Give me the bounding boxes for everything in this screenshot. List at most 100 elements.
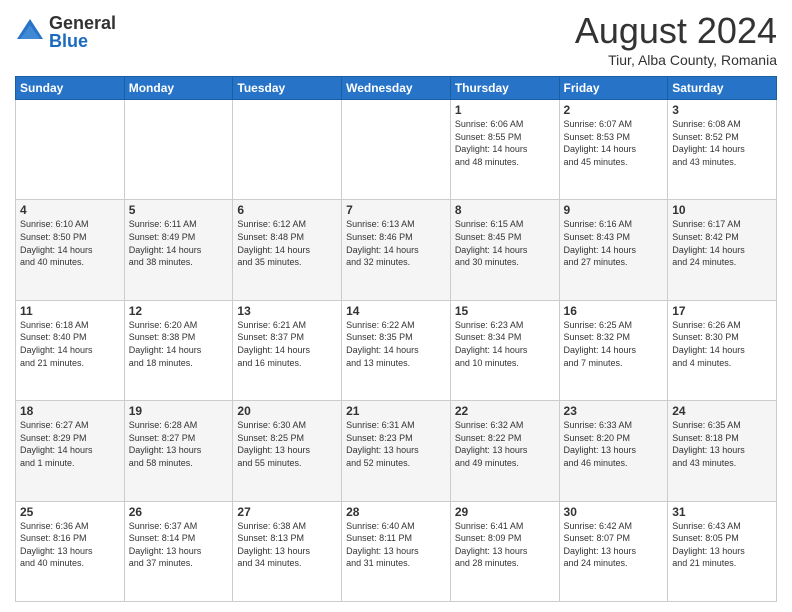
day-info: Sunrise: 6:40 AM Sunset: 8:11 PM Dayligh…	[346, 520, 446, 570]
day-number: 31	[672, 505, 772, 519]
day-number: 17	[672, 304, 772, 318]
calendar-cell: 6Sunrise: 6:12 AM Sunset: 8:48 PM Daylig…	[233, 200, 342, 300]
title-block: August 2024 Tiur, Alba County, Romania	[575, 10, 777, 68]
day-number: 27	[237, 505, 337, 519]
day-info: Sunrise: 6:12 AM Sunset: 8:48 PM Dayligh…	[237, 218, 337, 268]
header: General Blue August 2024 Tiur, Alba Coun…	[15, 10, 777, 68]
page: General Blue August 2024 Tiur, Alba Coun…	[0, 0, 792, 612]
calendar-cell: 18Sunrise: 6:27 AM Sunset: 8:29 PM Dayli…	[16, 401, 125, 501]
calendar-cell	[16, 100, 125, 200]
calendar-cell: 17Sunrise: 6:26 AM Sunset: 8:30 PM Dayli…	[668, 300, 777, 400]
calendar-cell: 9Sunrise: 6:16 AM Sunset: 8:43 PM Daylig…	[559, 200, 668, 300]
day-info: Sunrise: 6:16 AM Sunset: 8:43 PM Dayligh…	[564, 218, 664, 268]
day-number: 29	[455, 505, 555, 519]
calendar-cell: 20Sunrise: 6:30 AM Sunset: 8:25 PM Dayli…	[233, 401, 342, 501]
calendar-cell: 27Sunrise: 6:38 AM Sunset: 8:13 PM Dayli…	[233, 501, 342, 601]
calendar-cell: 14Sunrise: 6:22 AM Sunset: 8:35 PM Dayli…	[342, 300, 451, 400]
calendar-cell: 25Sunrise: 6:36 AM Sunset: 8:16 PM Dayli…	[16, 501, 125, 601]
calendar-cell: 5Sunrise: 6:11 AM Sunset: 8:49 PM Daylig…	[124, 200, 233, 300]
day-number: 28	[346, 505, 446, 519]
day-number: 24	[672, 404, 772, 418]
calendar-cell	[233, 100, 342, 200]
day-number: 23	[564, 404, 664, 418]
day-number: 21	[346, 404, 446, 418]
calendar-cell: 28Sunrise: 6:40 AM Sunset: 8:11 PM Dayli…	[342, 501, 451, 601]
day-number: 12	[129, 304, 229, 318]
calendar-cell: 12Sunrise: 6:20 AM Sunset: 8:38 PM Dayli…	[124, 300, 233, 400]
day-info: Sunrise: 6:07 AM Sunset: 8:53 PM Dayligh…	[564, 118, 664, 168]
month-title: August 2024	[575, 10, 777, 52]
week-row-3: 11Sunrise: 6:18 AM Sunset: 8:40 PM Dayli…	[16, 300, 777, 400]
calendar-cell: 31Sunrise: 6:43 AM Sunset: 8:05 PM Dayli…	[668, 501, 777, 601]
day-number: 20	[237, 404, 337, 418]
calendar-cell: 21Sunrise: 6:31 AM Sunset: 8:23 PM Dayli…	[342, 401, 451, 501]
day-header-saturday: Saturday	[668, 77, 777, 100]
calendar-cell	[342, 100, 451, 200]
day-info: Sunrise: 6:25 AM Sunset: 8:32 PM Dayligh…	[564, 319, 664, 369]
calendar-cell: 10Sunrise: 6:17 AM Sunset: 8:42 PM Dayli…	[668, 200, 777, 300]
week-row-4: 18Sunrise: 6:27 AM Sunset: 8:29 PM Dayli…	[16, 401, 777, 501]
location: Tiur, Alba County, Romania	[575, 52, 777, 68]
day-info: Sunrise: 6:28 AM Sunset: 8:27 PM Dayligh…	[129, 419, 229, 469]
day-number: 26	[129, 505, 229, 519]
day-info: Sunrise: 6:31 AM Sunset: 8:23 PM Dayligh…	[346, 419, 446, 469]
day-number: 6	[237, 203, 337, 217]
day-header-tuesday: Tuesday	[233, 77, 342, 100]
day-info: Sunrise: 6:18 AM Sunset: 8:40 PM Dayligh…	[20, 319, 120, 369]
day-info: Sunrise: 6:41 AM Sunset: 8:09 PM Dayligh…	[455, 520, 555, 570]
day-info: Sunrise: 6:43 AM Sunset: 8:05 PM Dayligh…	[672, 520, 772, 570]
day-info: Sunrise: 6:21 AM Sunset: 8:37 PM Dayligh…	[237, 319, 337, 369]
logo: General Blue	[15, 14, 116, 50]
calendar-cell: 22Sunrise: 6:32 AM Sunset: 8:22 PM Dayli…	[450, 401, 559, 501]
day-info: Sunrise: 6:22 AM Sunset: 8:35 PM Dayligh…	[346, 319, 446, 369]
day-number: 7	[346, 203, 446, 217]
day-info: Sunrise: 6:13 AM Sunset: 8:46 PM Dayligh…	[346, 218, 446, 268]
logo-icon	[15, 17, 45, 47]
day-number: 1	[455, 103, 555, 117]
day-info: Sunrise: 6:38 AM Sunset: 8:13 PM Dayligh…	[237, 520, 337, 570]
day-number: 5	[129, 203, 229, 217]
day-number: 11	[20, 304, 120, 318]
day-number: 9	[564, 203, 664, 217]
logo-general: General	[49, 14, 116, 32]
day-number: 4	[20, 203, 120, 217]
calendar-cell: 8Sunrise: 6:15 AM Sunset: 8:45 PM Daylig…	[450, 200, 559, 300]
day-number: 8	[455, 203, 555, 217]
calendar-cell: 4Sunrise: 6:10 AM Sunset: 8:50 PM Daylig…	[16, 200, 125, 300]
day-number: 15	[455, 304, 555, 318]
day-info: Sunrise: 6:37 AM Sunset: 8:14 PM Dayligh…	[129, 520, 229, 570]
day-number: 19	[129, 404, 229, 418]
day-info: Sunrise: 6:10 AM Sunset: 8:50 PM Dayligh…	[20, 218, 120, 268]
calendar-cell: 29Sunrise: 6:41 AM Sunset: 8:09 PM Dayli…	[450, 501, 559, 601]
day-number: 2	[564, 103, 664, 117]
day-header-sunday: Sunday	[16, 77, 125, 100]
calendar-cell: 3Sunrise: 6:08 AM Sunset: 8:52 PM Daylig…	[668, 100, 777, 200]
calendar-cell: 7Sunrise: 6:13 AM Sunset: 8:46 PM Daylig…	[342, 200, 451, 300]
day-number: 14	[346, 304, 446, 318]
calendar-cell: 13Sunrise: 6:21 AM Sunset: 8:37 PM Dayli…	[233, 300, 342, 400]
calendar-cell: 2Sunrise: 6:07 AM Sunset: 8:53 PM Daylig…	[559, 100, 668, 200]
day-info: Sunrise: 6:32 AM Sunset: 8:22 PM Dayligh…	[455, 419, 555, 469]
day-header-thursday: Thursday	[450, 77, 559, 100]
logo-blue: Blue	[49, 32, 116, 50]
logo-text: General Blue	[49, 14, 116, 50]
week-row-1: 1Sunrise: 6:06 AM Sunset: 8:55 PM Daylig…	[16, 100, 777, 200]
calendar-cell: 11Sunrise: 6:18 AM Sunset: 8:40 PM Dayli…	[16, 300, 125, 400]
day-info: Sunrise: 6:42 AM Sunset: 8:07 PM Dayligh…	[564, 520, 664, 570]
day-number: 3	[672, 103, 772, 117]
calendar-cell: 23Sunrise: 6:33 AM Sunset: 8:20 PM Dayli…	[559, 401, 668, 501]
day-info: Sunrise: 6:33 AM Sunset: 8:20 PM Dayligh…	[564, 419, 664, 469]
calendar-cell	[124, 100, 233, 200]
day-info: Sunrise: 6:36 AM Sunset: 8:16 PM Dayligh…	[20, 520, 120, 570]
day-info: Sunrise: 6:15 AM Sunset: 8:45 PM Dayligh…	[455, 218, 555, 268]
day-info: Sunrise: 6:11 AM Sunset: 8:49 PM Dayligh…	[129, 218, 229, 268]
day-info: Sunrise: 6:08 AM Sunset: 8:52 PM Dayligh…	[672, 118, 772, 168]
week-row-5: 25Sunrise: 6:36 AM Sunset: 8:16 PM Dayli…	[16, 501, 777, 601]
day-info: Sunrise: 6:23 AM Sunset: 8:34 PM Dayligh…	[455, 319, 555, 369]
day-number: 30	[564, 505, 664, 519]
calendar-cell: 26Sunrise: 6:37 AM Sunset: 8:14 PM Dayli…	[124, 501, 233, 601]
calendar-cell: 24Sunrise: 6:35 AM Sunset: 8:18 PM Dayli…	[668, 401, 777, 501]
calendar: SundayMondayTuesdayWednesdayThursdayFrid…	[15, 76, 777, 602]
day-info: Sunrise: 6:35 AM Sunset: 8:18 PM Dayligh…	[672, 419, 772, 469]
calendar-cell: 1Sunrise: 6:06 AM Sunset: 8:55 PM Daylig…	[450, 100, 559, 200]
